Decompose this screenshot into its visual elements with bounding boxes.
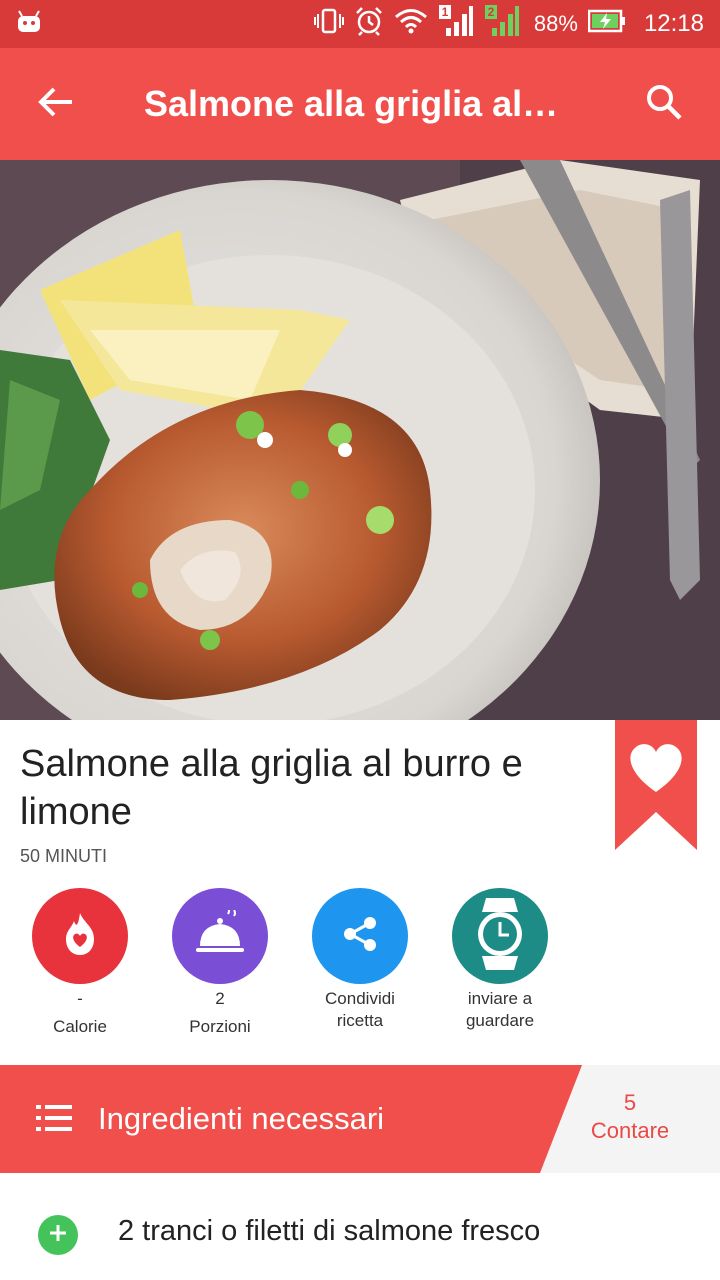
ingredients-count: 5 Contare [570,1089,690,1145]
clock: 12:18 [643,10,704,37]
ingredients-title: Ingredienti necessari [98,1101,385,1136]
calories-value: - [77,989,83,1008]
page-title: Salmone alla griglia al… [144,83,559,124]
status-bar: 1 2 88% 12:18 [0,0,720,48]
servings-value: 2 [215,989,225,1008]
ingredients-count-label: Contare [590,1118,670,1143]
search-icon [645,83,683,126]
search-button[interactable] [608,48,720,160]
signal-sim1-icon: 1 [438,4,474,45]
share-icon [340,914,380,959]
recipe-photo [0,160,720,720]
share-label-line2: ricetta [336,1011,384,1030]
recipe-actions: - Calorie 2 Porzioni Condividi ricetta i… [0,888,720,1048]
android-icon [16,9,42,39]
ingredients-header: Ingredienti necessari 5 Contare [0,1065,720,1173]
arrow-back-icon [38,86,74,123]
share-circle [312,888,408,984]
ingredient-text: 2 tranci o filetti di salmone fresco [118,1215,541,1247]
calories-action[interactable]: - Calorie [10,888,150,1038]
signal-sim2-icon: 2 [484,4,520,45]
battery-charging-icon [587,9,626,40]
watch-circle [452,888,548,984]
watch-label-line2: guardare [465,1011,535,1030]
list-icon [36,1105,72,1136]
calories-circle [32,888,128,984]
add-ingredient-button[interactable] [38,1215,78,1255]
app-bar: Salmone alla griglia al… [0,48,720,160]
cloche-icon [192,906,248,963]
servings-label: Porzioni [189,1017,251,1036]
watch-icon [472,897,528,975]
alarm-icon [354,6,384,43]
watch-label-line1: inviare a [467,989,533,1008]
servings-circle [172,888,268,984]
ingredients-count-value: 5 [623,1090,637,1115]
flame-heart-icon [60,911,100,962]
svg-text:1: 1 [442,5,449,19]
plus-icon [49,1224,67,1247]
wifi-icon [394,8,428,41]
servings-action[interactable]: 2 Porzioni [150,888,290,1038]
share-recipe-action[interactable]: Condividi ricetta [290,888,430,1032]
svg-text:2: 2 [488,5,495,19]
send-to-watch-action[interactable]: inviare a guardare [430,888,570,1032]
ingredient-list-item: 2 tranci o filetti di salmone fresco [0,1195,720,1275]
favorite-bookmark-button[interactable] [615,720,697,850]
recipe-title: Salmone alla griglia al burro e limone [20,743,523,833]
share-label-line1: Condividi [325,989,395,1008]
back-button[interactable] [0,48,112,160]
calories-label: Calorie [53,1017,107,1036]
vibrate-icon [313,8,344,41]
battery-percentage: 88% [533,11,578,36]
recipe-duration: 50 MINUTI [20,846,108,866]
